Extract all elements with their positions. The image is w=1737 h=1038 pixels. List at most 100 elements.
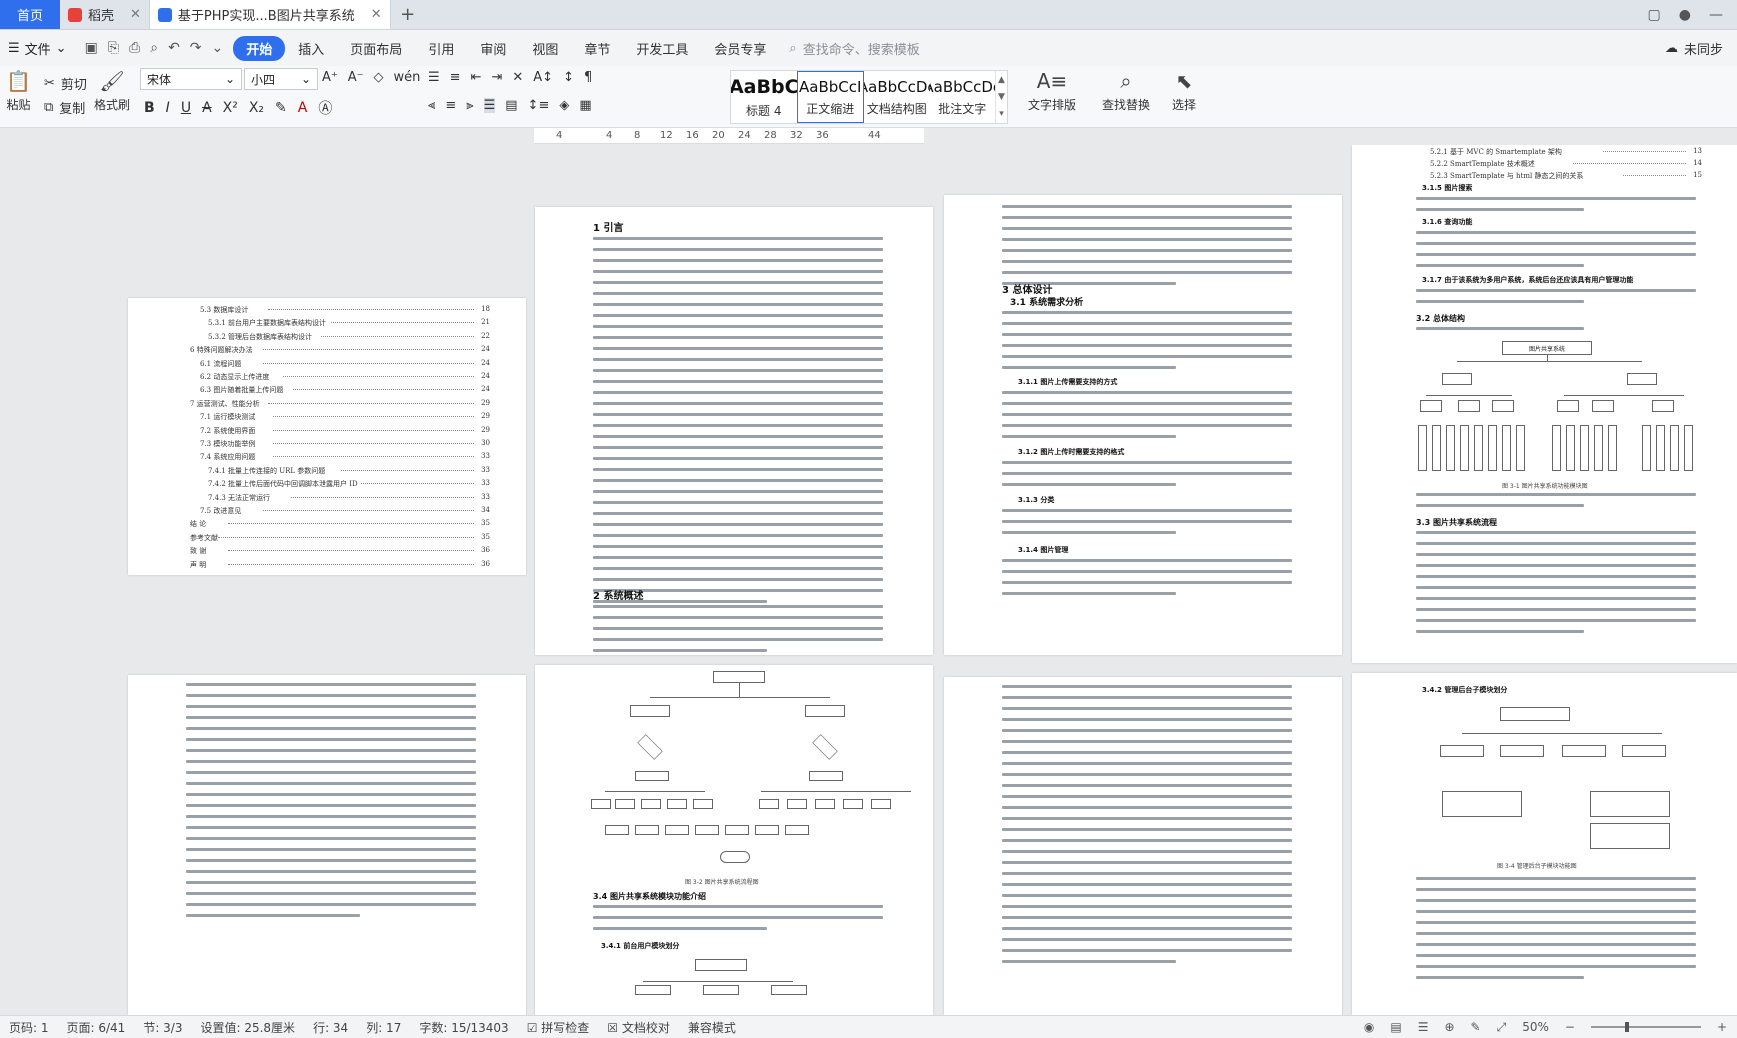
- home-tab[interactable]: 首页: [0, 0, 60, 29]
- toc-entry[interactable]: 6.3 图片随着批量上传问题 24: [200, 385, 490, 395]
- align-right-icon[interactable]: ⫸: [466, 98, 473, 113]
- tab-document[interactable]: 基于PHP实现...B图片共享系统 ✕: [149, 0, 391, 29]
- proofread-toggle[interactable]: ☒ 文档校对: [598, 1019, 679, 1036]
- file-menu[interactable]: ☰ 文件 ⌄: [0, 39, 75, 58]
- page-flowchart[interactable]: 图 3-2 图片共享系统流程图 3.4 图片共享系统模块功能介绍 3.4.1 前…: [535, 665, 933, 1015]
- toc-entry[interactable]: 7.4.2 批量上传后面代码中回调脚本泄露用户 ID 33: [208, 479, 490, 489]
- close-icon[interactable]: ✕: [130, 7, 141, 22]
- align-center-icon[interactable]: ≡: [445, 98, 456, 113]
- redo-icon[interactable]: ↷: [190, 40, 202, 56]
- toc-entry[interactable]: 7.4.1 批量上传连接的 URL 参数问题 33: [208, 466, 490, 476]
- highlight-icon[interactable]: ✎: [275, 100, 287, 116]
- spell-check-toggle[interactable]: ☑ 拼写检查: [518, 1019, 599, 1036]
- eye-protection-icon[interactable]: ◉: [1364, 1020, 1374, 1034]
- toc-entry[interactable]: 7.4 系统应用问题 33: [200, 452, 490, 462]
- text-direction-icon[interactable]: A↕: [533, 70, 553, 85]
- menu-home[interactable]: 开始: [233, 35, 286, 61]
- increase-indent-icon[interactable]: ⇥: [491, 70, 502, 85]
- bullet-list-icon[interactable]: ☰: [428, 70, 440, 85]
- web-view-icon[interactable]: ⊕: [1444, 1020, 1454, 1034]
- select-button[interactable]: ⬉ 选择: [1172, 70, 1196, 113]
- command-search[interactable]: ⌕ 查找命令、搜索模板: [789, 39, 919, 58]
- write-mode-icon[interactable]: ✎: [1471, 1020, 1481, 1034]
- chevron-down-icon[interactable]: ▼: [998, 92, 1005, 102]
- toc-entry[interactable]: 7.5 改进意见 34: [200, 506, 490, 516]
- toc-entry[interactable]: 6 特殊问题解决办法 24: [190, 345, 490, 355]
- bold-icon[interactable]: B: [144, 100, 155, 116]
- find-replace-button[interactable]: ⌕ 查找替换: [1102, 70, 1150, 113]
- status-row[interactable]: 行: 34: [304, 1019, 357, 1036]
- toc-entry[interactable]: 5.3 数据库设计 18: [200, 305, 490, 315]
- strikethrough-icon[interactable]: A: [202, 100, 212, 116]
- page-introduction[interactable]: 1 引言 2 系统概述: [535, 207, 933, 655]
- italic-icon[interactable]: I: [166, 100, 170, 116]
- page-view-icon[interactable]: ▤: [1390, 1020, 1401, 1034]
- page-overall-design[interactable]: 3 总体设计 3.1 系统需求分析 3.1.1 图片上传需要支持的方式 3.1.…: [944, 195, 1342, 655]
- zoom-slider-handle[interactable]: [1624, 1022, 1629, 1032]
- tab-list-icon[interactable]: ▢: [1648, 7, 1661, 23]
- menu-page-layout[interactable]: 页面布局: [337, 35, 415, 62]
- status-word-count[interactable]: 字数: 15/13403: [410, 1019, 517, 1036]
- page-user-flow[interactable]: [944, 677, 1342, 1015]
- subscript-icon[interactable]: X₂: [249, 100, 264, 116]
- menu-view[interactable]: 视图: [519, 35, 571, 62]
- sync-status[interactable]: ☁ 未同步: [1665, 39, 1737, 58]
- tab-daoke[interactable]: 稻壳 ✕: [60, 0, 150, 29]
- font-size-select[interactable]: 小四 ⌄: [244, 68, 318, 90]
- grow-font-icon[interactable]: A⁺: [322, 70, 338, 85]
- page-toc[interactable]: 5.3 数据库设计 18 5.3.1 前台用户主要数据库表结构设计 21 5.3.2 管…: [128, 298, 526, 575]
- shading-icon[interactable]: ◈: [559, 98, 569, 113]
- zoom-value[interactable]: 50%: [1522, 1020, 1549, 1034]
- save-icon[interactable]: ▣: [85, 40, 98, 56]
- style-comment-text[interactable]: AaBbCcDc 批注文字: [930, 71, 996, 123]
- menu-review[interactable]: 审阅: [467, 35, 519, 62]
- print-preview-icon[interactable]: ⌕: [150, 40, 158, 56]
- zoom-slider[interactable]: [1590, 1022, 1701, 1032]
- minimize-icon[interactable]: —: [1709, 7, 1723, 23]
- horizontal-ruler[interactable]: 4 4 8 12 16 20 24 28 32 36 44: [534, 128, 924, 144]
- toc-entry[interactable]: 声 明 36: [190, 560, 490, 570]
- status-setting[interactable]: 设置值: 25.8厘米: [191, 1019, 304, 1036]
- phonetic-icon[interactable]: wén: [394, 70, 421, 85]
- status-col[interactable]: 列: 17: [357, 1019, 410, 1036]
- line-spacing-icon[interactable]: ↕≡: [528, 98, 550, 113]
- distribute-icon[interactable]: ▤: [505, 98, 517, 113]
- numbered-list-icon[interactable]: ≡: [450, 70, 461, 85]
- undo-icon[interactable]: ↶: [168, 40, 180, 56]
- toc-entry[interactable]: 7 运营测试、性能分析 29: [190, 399, 490, 409]
- toc-entry[interactable]: 参考文献 35: [190, 533, 490, 543]
- font-color-icon[interactable]: A: [298, 100, 308, 116]
- close-icon[interactable]: ✕: [371, 7, 382, 22]
- style-scroll[interactable]: ▲ ▼ ▾: [995, 71, 1007, 123]
- style-document-map[interactable]: AaBbCcDc 文档结构图: [864, 71, 930, 123]
- clear-format-icon[interactable]: ◇: [374, 70, 384, 85]
- print-icon[interactable]: ⎙: [129, 40, 140, 56]
- align-left-icon[interactable]: ⫷: [428, 98, 435, 113]
- copy-button[interactable]: ⧉ 复制: [44, 98, 85, 117]
- page-structure[interactable]: 5.2.1 基于 MVC 的 Smartemplate 架构 13 5.2.2 Sm…: [1352, 145, 1737, 663]
- superscript-icon[interactable]: X²: [223, 100, 238, 116]
- style-heading-4[interactable]: AaBbC 标题 4: [731, 71, 797, 123]
- chinese-layout-icon[interactable]: ✕: [512, 70, 523, 85]
- toc-entry[interactable]: 6.1 流程问题 24: [200, 359, 490, 369]
- page-admin-modules[interactable]: 3.4.2 管理后台子模块划分 图 3-4 管理后台子模块功能图: [1352, 673, 1737, 1015]
- menu-section[interactable]: 章节: [571, 35, 623, 62]
- menu-references[interactable]: 引用: [415, 35, 467, 62]
- customize-icon[interactable]: ⌄: [212, 40, 224, 56]
- justify-icon[interactable]: ☰: [483, 98, 496, 113]
- export-pdf-icon[interactable]: ⎘: [108, 40, 119, 56]
- cut-button[interactable]: ✂ 剪切: [44, 74, 87, 93]
- char-border-icon[interactable]: Ⓐ: [318, 98, 332, 118]
- fit-page-icon[interactable]: ⤢: [1497, 1020, 1507, 1035]
- toc-entry[interactable]: 7.2 系统使用界面 29: [200, 426, 490, 436]
- toc-entry[interactable]: 5.3.1 前台用户主要数据库表结构设计 21: [208, 318, 490, 328]
- status-page-number[interactable]: 页码: 1: [0, 1019, 58, 1036]
- menu-developer[interactable]: 开发工具: [623, 35, 701, 62]
- toc-entry[interactable]: 7.1 运行模块测试 29: [200, 412, 490, 422]
- show-marks-icon[interactable]: ¶: [584, 70, 592, 85]
- status-page[interactable]: 页面: 6/41: [58, 1019, 135, 1036]
- toc-entry[interactable]: 7.4.3 无法正常运行 33: [208, 493, 490, 503]
- toc-entry[interactable]: 5.2.2 SmartTemplate 技术概述 14: [1430, 159, 1702, 169]
- format-painter-button[interactable]: 🖌 格式刷: [94, 70, 130, 113]
- zoom-out-icon[interactable]: −: [1565, 1020, 1575, 1034]
